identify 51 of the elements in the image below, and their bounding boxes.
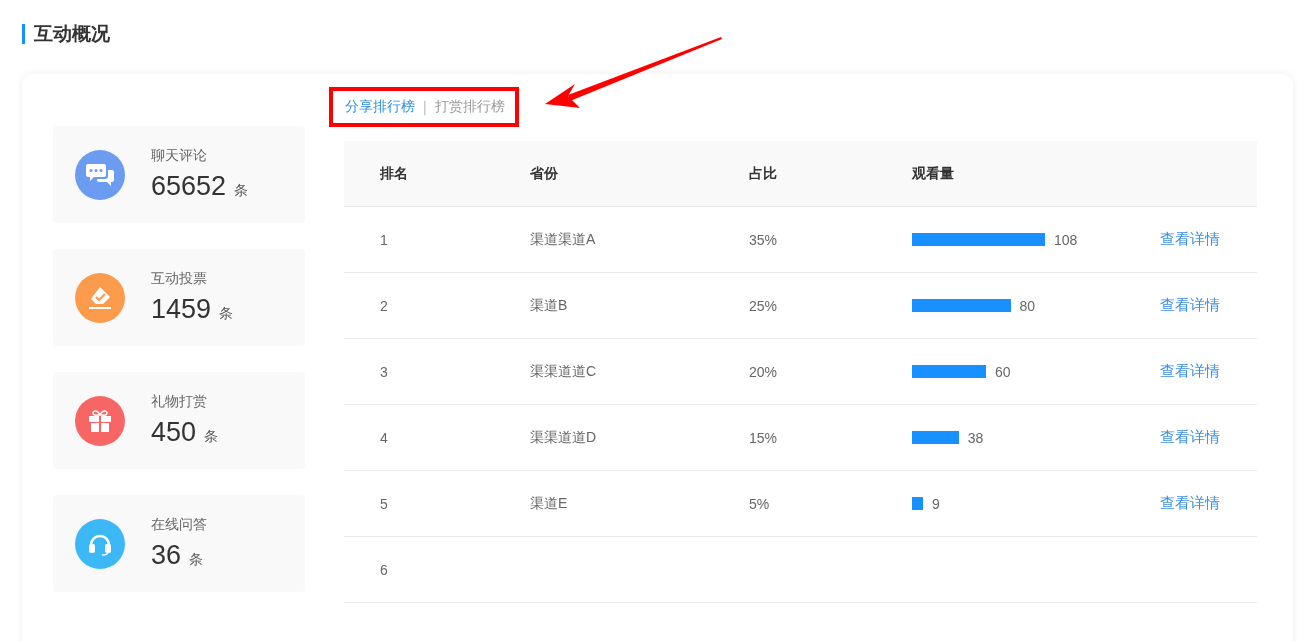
stat-label: 互动投票: [151, 270, 208, 288]
view-count: 60: [994, 363, 1011, 380]
stat-label: 聊天评论: [151, 147, 208, 165]
province-cell: 渠道渠道A: [530, 230, 596, 247]
province-cell: 渠道E: [530, 494, 568, 511]
tab[interactable]: 分享排行榜: [345, 98, 415, 116]
rank-cell: 3: [380, 363, 388, 380]
province-cell: 渠渠道道D: [530, 428, 597, 445]
share-cell: 5%: [749, 495, 770, 512]
share-cell: 20%: [749, 363, 778, 380]
details-link[interactable]: 查看详情: [1160, 230, 1220, 247]
tab[interactable]: 打赏排行榜: [434, 98, 505, 116]
share-cell: 35%: [749, 231, 778, 248]
stat-unit: 条: [234, 182, 249, 200]
share-cell: 15%: [749, 429, 778, 446]
view-bar: [912, 497, 924, 510]
stat-value: 450: [151, 417, 197, 448]
rank-cell: 4: [380, 429, 388, 446]
stat-value: 65652: [151, 171, 227, 202]
column-header: 省份: [530, 164, 559, 183]
stat-value: 36: [151, 540, 182, 571]
details-link[interactable]: 查看详情: [1160, 494, 1220, 511]
details-link[interactable]: 查看详情: [1160, 428, 1220, 445]
details-link[interactable]: 查看详情: [1160, 296, 1220, 313]
stat-label: 在线问答: [151, 516, 207, 534]
details-link[interactable]: 查看详情: [1160, 362, 1220, 379]
chat-bubbles-icon: [85, 161, 115, 188]
column-header: 观看量: [912, 164, 955, 183]
column-header: 占比: [749, 164, 778, 183]
rank-cell: 5: [380, 495, 388, 512]
gift-icon: [87, 407, 113, 434]
view-count: 9: [932, 495, 940, 512]
rank-cell: 6: [380, 561, 388, 578]
column-header: 排名: [380, 164, 409, 183]
province-cell: 渠渠道道C: [530, 362, 597, 379]
stat-unit: 条: [204, 428, 219, 446]
stat-unit: 条: [219, 305, 234, 323]
tab-separator: |: [423, 99, 427, 115]
share-cell: 25%: [749, 297, 778, 314]
stat-value: 1459: [151, 294, 212, 325]
view-count: 38: [967, 429, 984, 446]
view-count: 108: [1054, 231, 1078, 248]
stat-unit: 条: [189, 551, 204, 569]
rank-cell: 1: [380, 231, 388, 248]
section-title: 互动概况: [34, 22, 110, 46]
ballot-check-icon: [86, 284, 114, 311]
view-count: 80: [1019, 297, 1036, 314]
province-cell: 渠道B: [530, 296, 568, 313]
view-bar: [912, 431, 959, 444]
stat-label: 礼物打赏: [151, 393, 208, 411]
rank-cell: 2: [380, 297, 388, 314]
